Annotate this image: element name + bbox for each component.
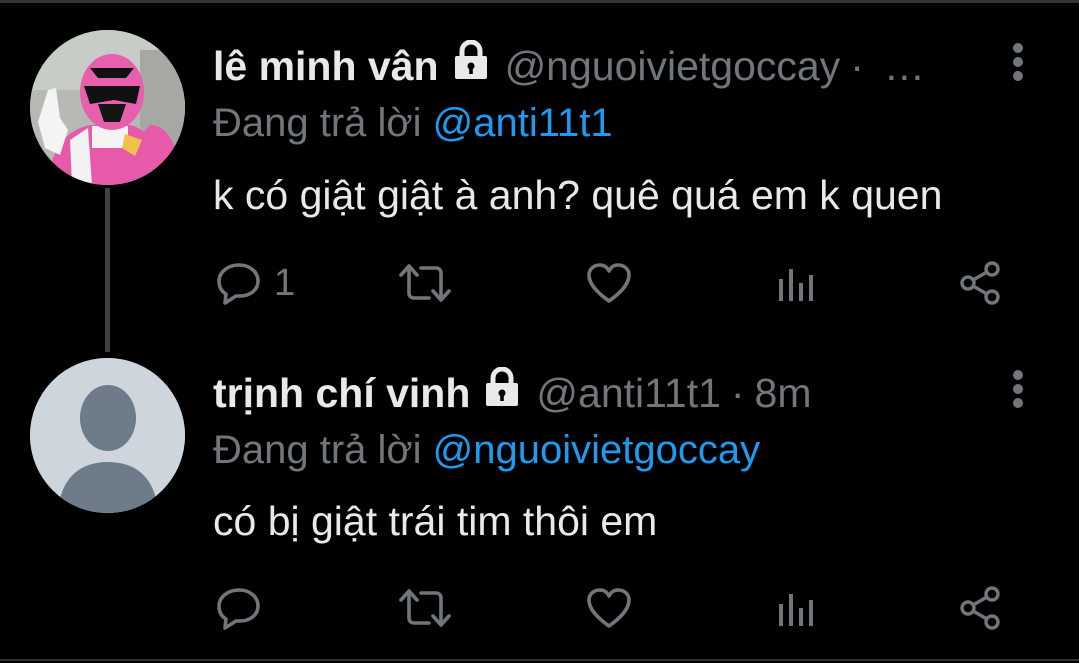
separator-dot: · [850, 43, 864, 89]
reply-mention-link[interactable]: @anti11t1 [433, 101, 613, 145]
tweet-header: lê minh vân @nguoivietgoccay · … [213, 36, 925, 96]
more-vertical-icon [1013, 43, 1023, 81]
thread-connector-line [105, 188, 110, 352]
reply-count: 1 [274, 261, 296, 304]
avatar[interactable] [30, 30, 185, 185]
replying-to-line: Đang trả lời @anti11t1 [213, 93, 613, 153]
retweet-icon [399, 264, 451, 302]
more-options-button[interactable] [998, 37, 1038, 87]
tweet-text: k có giật giật à anh? quê quá em k quen [213, 172, 943, 218]
share-icon [960, 586, 1000, 630]
display-name[interactable]: trịnh chí vinh [213, 363, 470, 423]
replying-to-label: Đang trả lời [213, 101, 422, 145]
lock-icon [482, 363, 522, 423]
default-profile-icon [30, 358, 185, 513]
reply-button[interactable]: 1 [216, 255, 295, 311]
display-name[interactable]: lê minh vân [213, 36, 439, 96]
avatar[interactable] [30, 358, 185, 513]
replying-to-label: Đang trả lời [213, 428, 422, 472]
heart-icon [587, 588, 631, 628]
handle[interactable]: @anti11t1 [536, 363, 720, 423]
timestamp[interactable]: 8m [755, 363, 812, 423]
views-button[interactable] [775, 580, 817, 636]
like-button[interactable] [585, 255, 633, 311]
retweet-button[interactable] [397, 580, 453, 636]
separator-dot: · [730, 370, 745, 416]
heart-icon [587, 263, 631, 303]
reply-mention-link[interactable]: @nguoivietgoccay [433, 428, 760, 472]
bottom-divider [0, 659, 1079, 661]
share-icon [960, 261, 1000, 305]
reply-icon [217, 588, 260, 630]
reply-button[interactable] [216, 580, 262, 636]
tweet-header: trịnh chí vinh @anti11t1 · 8m [213, 363, 812, 423]
lock-icon [451, 36, 491, 96]
analytics-icon [779, 594, 813, 626]
top-divider [0, 0, 1079, 3]
tweet-text: có bị giật trái tim thôi em [213, 498, 658, 544]
truncation-ellipsis: … [883, 43, 925, 89]
retweet-button[interactable] [397, 255, 453, 311]
share-button[interactable] [958, 580, 1004, 636]
handle[interactable]: @nguoivietgoccay [505, 36, 841, 96]
like-button[interactable] [585, 580, 633, 636]
more-vertical-icon [1013, 370, 1023, 408]
retweet-icon [399, 589, 451, 627]
reply-icon [217, 263, 260, 305]
more-options-button[interactable] [998, 364, 1038, 414]
share-button[interactable] [958, 255, 1004, 311]
pink-ranger-avatar-image [30, 30, 185, 185]
views-button[interactable] [775, 255, 817, 311]
replying-to-line: Đang trả lời @nguoivietgoccay [213, 420, 760, 480]
analytics-icon [779, 269, 813, 301]
